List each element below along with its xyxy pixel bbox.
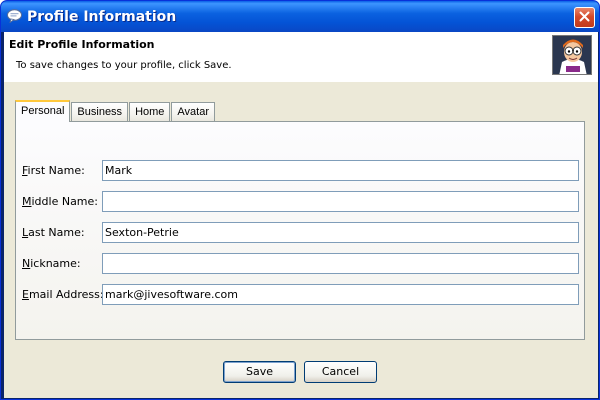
middle-name-label: Middle Name: xyxy=(22,195,98,208)
nickname-row: Nickname: xyxy=(16,253,584,275)
email-mnemonic: E xyxy=(22,288,29,301)
window-title: Profile Information xyxy=(27,9,177,25)
email-row: Email Address: xyxy=(16,284,584,306)
save-button[interactable]: Save xyxy=(223,361,296,383)
email-label: Email Address: xyxy=(22,288,104,301)
header-description: To save changes to your profile, click S… xyxy=(16,60,232,71)
last-name-row: Last Name: xyxy=(16,222,584,244)
avatar xyxy=(552,35,592,75)
last-name-label: Last Name: xyxy=(22,226,85,239)
nickname-mnemonic: N xyxy=(22,257,31,270)
dialog-header: Edit Profile Information To save changes… xyxy=(4,32,598,82)
first-name-row: First Name: xyxy=(16,160,584,182)
first-name-label: First Name: xyxy=(22,164,85,177)
tab-avatar[interactable]: Avatar xyxy=(171,102,215,122)
profile-tabs: Personal Business Home Avatar xyxy=(15,100,216,122)
title-bar[interactable]: Profile Information xyxy=(1,1,599,32)
personal-tab-panel: First Name: Middle Name: Last Name: Nick… xyxy=(15,121,585,340)
nickname-label-text: ickname: xyxy=(30,257,81,270)
tab-personal[interactable]: Personal xyxy=(15,100,71,122)
middle-name-field[interactable] xyxy=(102,191,579,212)
nickname-label: Nickname: xyxy=(22,257,81,270)
last-name-label-text: ast Name: xyxy=(28,226,85,239)
middle-name-label-text: iddle Name: xyxy=(31,195,99,208)
middle-name-mnemonic: M xyxy=(22,195,32,208)
tab-home[interactable]: Home xyxy=(129,102,171,122)
first-name-label-text: irst Name: xyxy=(27,164,85,177)
tab-business[interactable]: Business xyxy=(71,102,129,122)
nickname-field[interactable] xyxy=(102,253,579,274)
header-title: Edit Profile Information xyxy=(9,38,155,51)
email-field[interactable] xyxy=(102,284,579,305)
dialog-body: Edit Profile Information To save changes… xyxy=(4,32,598,398)
cancel-button[interactable]: Cancel xyxy=(304,361,377,383)
first-name-field[interactable] xyxy=(102,160,579,181)
chat-bubble-icon xyxy=(7,9,22,24)
close-icon xyxy=(579,11,590,25)
close-button[interactable] xyxy=(574,7,595,28)
email-label-text: mail Address: xyxy=(28,288,104,301)
profile-dialog-window: Profile Information Edit Profile Informa… xyxy=(0,0,600,400)
last-name-field[interactable] xyxy=(102,222,579,243)
middle-name-row: Middle Name: xyxy=(16,191,584,213)
